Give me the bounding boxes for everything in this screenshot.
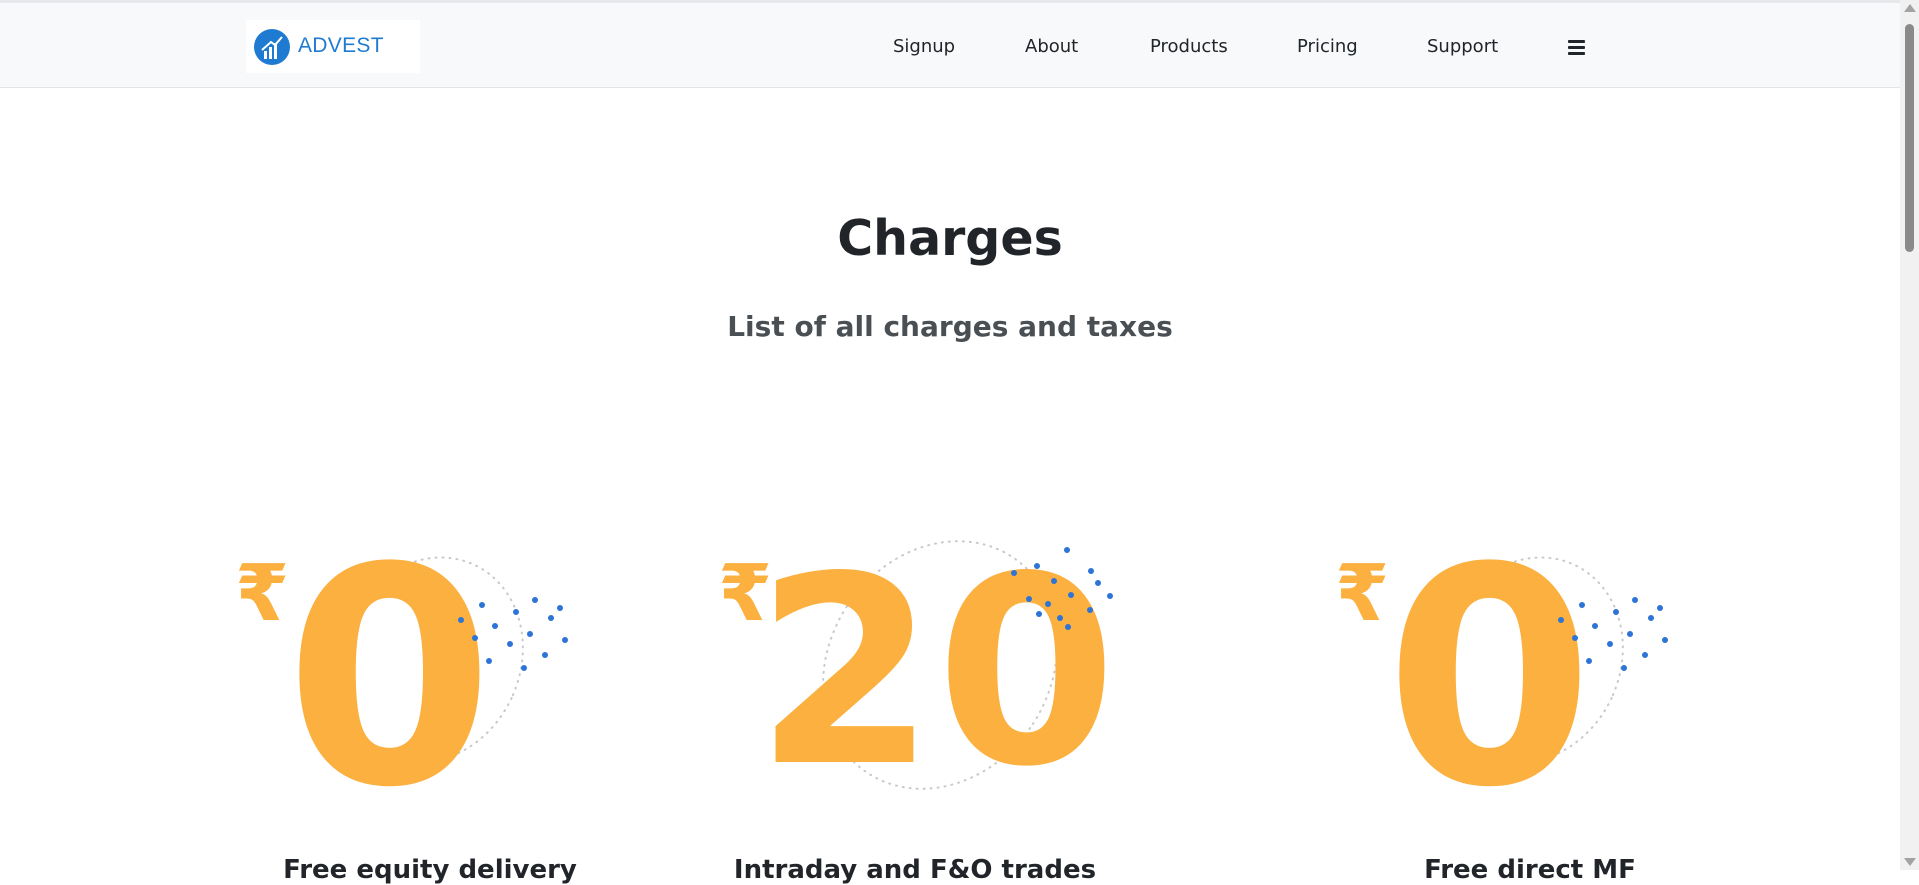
vertical-scrollbar[interactable] [1900,0,1919,870]
price-illustration: ₹ 0 [235,520,568,820]
price-illustration: ₹ 0 [1335,520,1668,820]
price-illustration: ₹ 20 [718,522,1115,820]
charge-caption: Free direct MF [1424,855,1636,885]
price-amount: 0 [285,520,494,820]
price-amount: 0 [1385,520,1594,820]
rupee-icon: ₹ [1335,549,1389,639]
scrollbar-thumb[interactable] [1905,24,1914,252]
nav-link-support[interactable]: Support [1427,36,1498,57]
scroll-up-arrow-icon[interactable] [1904,4,1916,12]
brand-logo-link[interactable]: ADVEST [246,20,420,73]
top-navbar: ADVEST Signup About Products Pricing Sup… [0,0,1900,88]
nav-link-pricing[interactable]: Pricing [1297,36,1358,57]
nav-link-about[interactable]: About [1025,36,1078,57]
nav-link-products[interactable]: Products [1150,36,1228,57]
charge-card-equity-delivery: ₹ 0 Free equity delivery [230,520,630,885]
charge-card-direct-mf: ₹ 0 Free direct MF [1330,520,1730,885]
charge-card-intraday-fo: ₹ 20 Intraday and F&O trades [715,520,1115,885]
charge-caption: Free equity delivery [283,855,577,885]
price-amount: 20 [755,522,1115,820]
page-title: Charges [837,210,1063,267]
scroll-down-arrow-icon[interactable] [1904,858,1916,866]
nav-link-signup[interactable]: Signup [893,36,955,57]
charge-caption: Intraday and F&O trades [733,855,1097,885]
rupee-icon: ₹ [235,549,289,639]
chart-bars-circle-icon [254,29,290,65]
hamburger-menu-icon[interactable] [1568,40,1585,55]
page-subtitle: List of all charges and taxes [727,310,1173,343]
brand-name: ADVEST [298,34,384,57]
